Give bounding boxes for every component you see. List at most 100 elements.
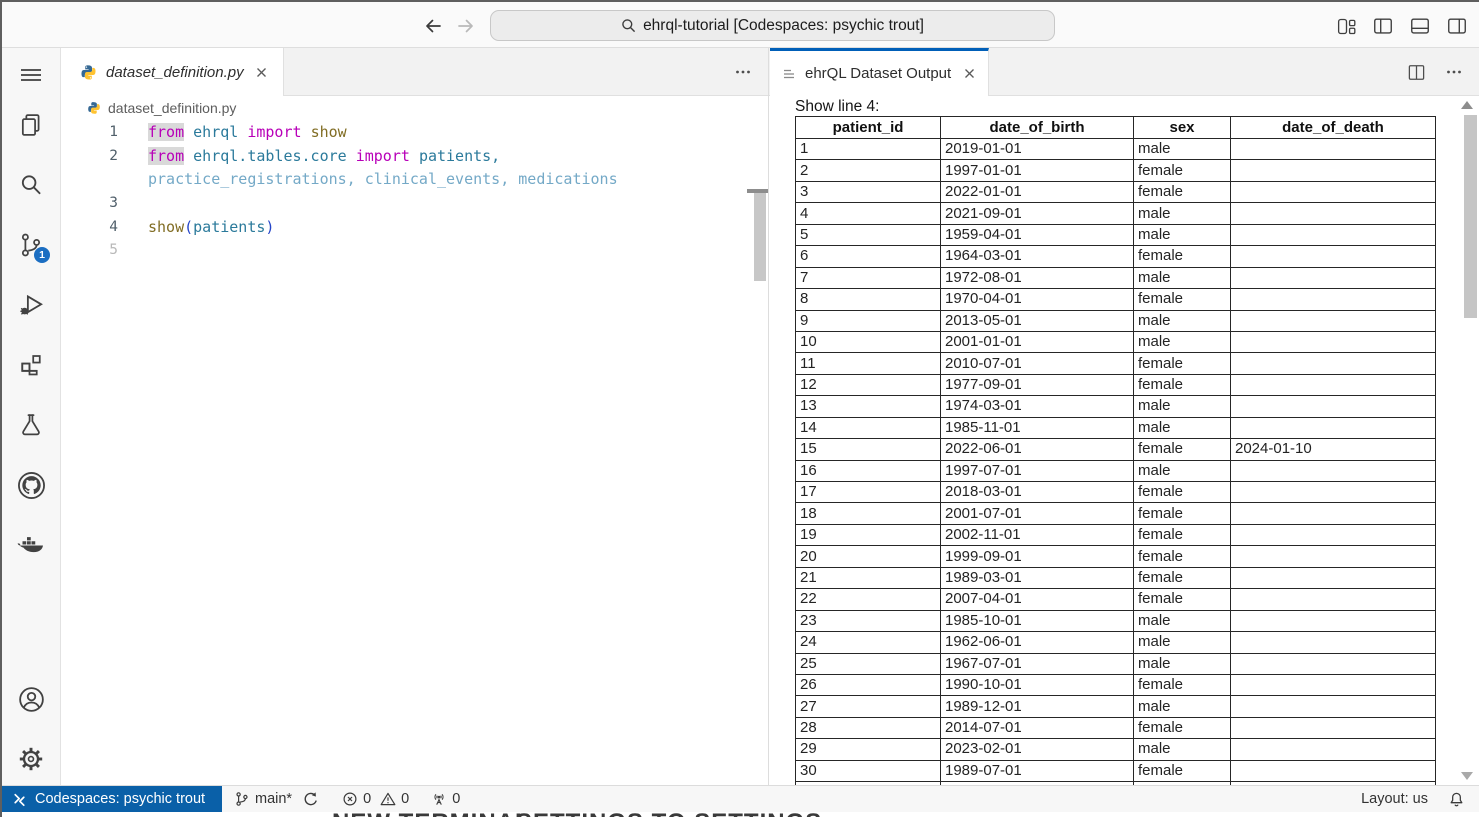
table-cell: [1231, 139, 1436, 160]
editor-scrollbar[interactable]: [754, 193, 766, 281]
table-cell: male: [1134, 310, 1231, 331]
notifications-bell[interactable]: [1448, 786, 1465, 812]
output-actions: [1405, 48, 1465, 96]
arrow-left-icon: [423, 16, 444, 36]
toggle-secondary-sidebar-button[interactable]: [1445, 14, 1469, 38]
sidebar-item-testing[interactable]: [16, 410, 46, 440]
application-menu-button[interactable]: [16, 60, 46, 90]
table-row: 172018-03-01female: [796, 482, 1436, 503]
table-row: 112010-07-01female: [796, 353, 1436, 374]
sidebar-item-docker[interactable]: [16, 530, 46, 560]
line-number: 3: [62, 192, 118, 216]
layout-label: Layout: us: [1361, 791, 1428, 807]
bell-icon: [1448, 791, 1465, 808]
webview-scrollbar[interactable]: [1464, 115, 1477, 318]
breadcrumb[interactable]: dataset_definition.py: [62, 96, 768, 119]
customize-layout-button[interactable]: [1334, 14, 1358, 38]
table-cell: female: [1134, 503, 1231, 524]
activity-bar: 1: [2, 48, 61, 785]
table-cell: 1990-10-01: [941, 674, 1134, 695]
table-cell: male: [1134, 139, 1231, 160]
table-cell: male: [1134, 610, 1231, 631]
search-magnifier-icon: [17, 171, 45, 199]
layout-indicator[interactable]: Layout: us: [1361, 786, 1428, 812]
table-cell: 2018-03-01: [941, 482, 1134, 503]
table-cell: 1977-09-01: [941, 374, 1134, 395]
table-cell: [1231, 760, 1436, 781]
line-text: practice_registrations, clinical_events,…: [148, 168, 618, 192]
sidebar-item-run-debug[interactable]: [16, 290, 46, 320]
branch-status[interactable]: main*: [234, 786, 292, 812]
command-center[interactable]: ehrql-tutorial [Codespaces: psychic trou…: [490, 10, 1055, 41]
output-group: ehrQL Dataset Output Show line 4: patien…: [768, 48, 1479, 785]
table-cell: [1231, 567, 1436, 588]
table-cell: 2001-07-01: [941, 503, 1134, 524]
table-cell: male: [1134, 203, 1231, 224]
editor-more-actions-button[interactable]: [732, 61, 754, 83]
table-cell: 24: [796, 632, 941, 653]
table-cell: 2022-06-01: [941, 439, 1134, 460]
table-cell: 1959-04-01: [941, 224, 1134, 245]
sync-status[interactable]: [302, 786, 318, 812]
table-cell: 1985-10-01: [941, 610, 1134, 631]
back-button[interactable]: [420, 15, 446, 37]
scrollbar-down-arrow[interactable]: [1461, 772, 1473, 780]
gear-icon: [17, 745, 45, 773]
table-cell: female: [1134, 567, 1231, 588]
table-row: 282014-07-01female: [796, 717, 1436, 738]
line-number: 4: [62, 216, 118, 240]
title-bar: ehrql-tutorial [Codespaces: psychic trou…: [0, 2, 1479, 48]
table-row: 261990-10-01female: [796, 674, 1436, 695]
table-cell: 1974-03-01: [941, 396, 1134, 417]
table-row: 61964-03-01female: [796, 246, 1436, 267]
table-row: 51959-04-01male: [796, 224, 1436, 245]
table-cell: 23: [796, 610, 941, 631]
forward-button[interactable]: [452, 15, 478, 37]
close-icon: [964, 68, 975, 79]
code-line: 5: [62, 239, 768, 263]
problems-status[interactable]: 0 0: [342, 786, 409, 812]
sidebar-item-explorer[interactable]: [16, 110, 46, 140]
window-left-border: [0, 0, 2, 817]
github-icon: [17, 471, 46, 500]
table-cell: 1: [796, 139, 941, 160]
scrollbar-up-arrow[interactable]: [1461, 101, 1473, 109]
table-cell: [1231, 353, 1436, 374]
table-cell: 18: [796, 503, 941, 524]
split-editor-button[interactable]: [1405, 61, 1427, 83]
table-cell: 12: [796, 374, 941, 395]
tab-close-button[interactable]: [253, 63, 271, 81]
toggle-primary-sidebar-button[interactable]: [1371, 14, 1395, 38]
code-editor[interactable]: 1from ehrql import show2from ehrql.table…: [62, 119, 768, 263]
customize-layout-icon: [1336, 16, 1357, 37]
sidebar-item-github[interactable]: [16, 470, 46, 500]
code-line: 2from ehrql.tables.core import patients,: [62, 145, 768, 169]
remote-indicator[interactable]: Codespaces: psychic trout: [0, 786, 222, 812]
tab-ehrql-output[interactable]: ehrQL Dataset Output: [770, 48, 989, 96]
table-row: 182001-07-01female: [796, 503, 1436, 524]
accounts-button[interactable]: [16, 684, 46, 714]
table-cell: 2: [796, 160, 941, 181]
bottom-clipped-strip: NEW TERMINAL SETTINGS TO SETTINGS: [0, 812, 1479, 817]
table-cell: [1231, 331, 1436, 352]
sidebar-item-source-control[interactable]: 1: [16, 230, 46, 260]
settings-button[interactable]: [16, 744, 46, 774]
table-cell: [1231, 224, 1436, 245]
table-row: 32022-01-01female: [796, 181, 1436, 202]
table-cell: female: [1134, 482, 1231, 503]
output-tab-close-button[interactable]: [960, 65, 978, 83]
layout-controls: [1334, 14, 1469, 38]
table-row: 192002-11-01female: [796, 524, 1436, 545]
tab-dataset-definition[interactable]: dataset_definition.py: [62, 48, 284, 96]
breadcrumb-label: dataset_definition.py: [108, 100, 236, 116]
table-cell: 21: [796, 567, 941, 588]
output-webview: Show line 4: patient_iddate_of_birthsexd…: [769, 96, 1479, 785]
ellipsis-icon: [1445, 63, 1463, 81]
toggle-panel-button[interactable]: [1408, 14, 1432, 38]
ports-status[interactable]: 0: [431, 786, 460, 812]
sidebar-item-extensions[interactable]: [16, 350, 46, 380]
output-more-actions-button[interactable]: [1443, 61, 1465, 83]
account-icon: [17, 685, 46, 714]
sidebar-item-search[interactable]: [16, 170, 46, 200]
table-cell: 1989-12-01: [941, 696, 1134, 717]
